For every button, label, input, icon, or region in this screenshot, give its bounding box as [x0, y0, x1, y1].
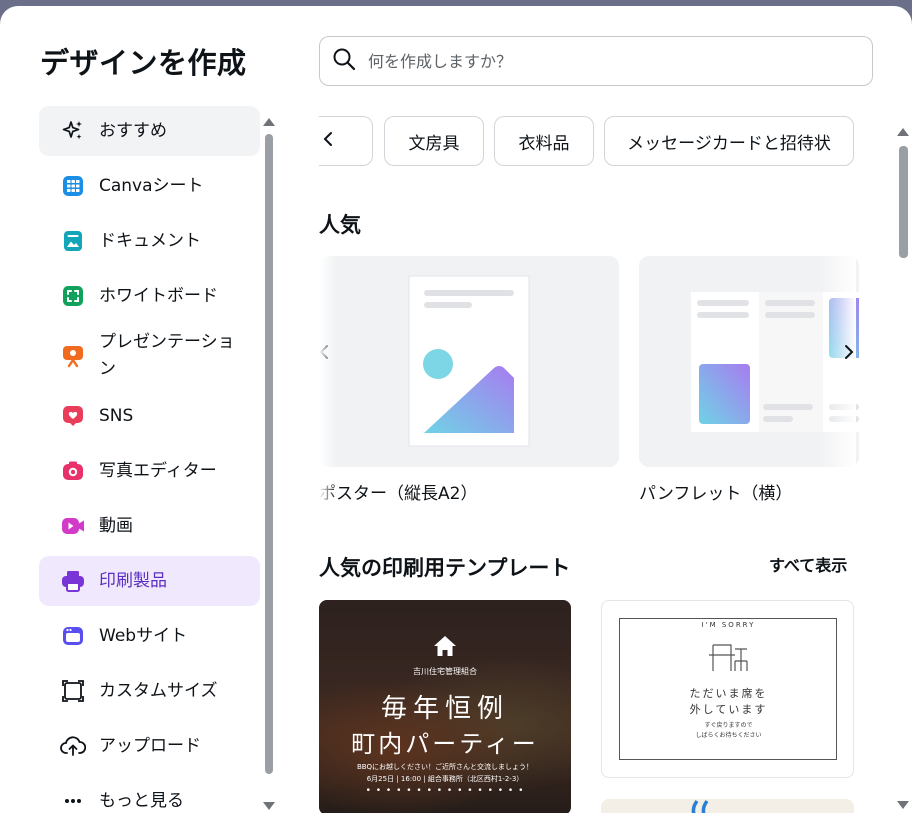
chip-stationery[interactable]: 文房具	[384, 116, 484, 166]
nav-scrollbar-thumb[interactable]	[265, 134, 273, 774]
sorry-sub-2: しばらくお待ちください	[695, 732, 762, 739]
nav-item-label: Webサイト	[99, 625, 188, 646]
sparkle-icon	[60, 118, 86, 144]
poster-thumbnail	[408, 275, 530, 447]
brochure-card-label: パンフレット（横）	[639, 484, 793, 504]
nav-item-label: 写真エディター	[99, 460, 217, 481]
create-design-modal: デザインを作成 おすすめ Canvaシート ドキュメント ホワイトボード プレゼ…	[0, 6, 912, 813]
nav-item-document[interactable]: ドキュメント	[39, 216, 260, 266]
nav-item-recommended[interactable]: おすすめ	[39, 106, 260, 156]
nav-item-custom-size[interactable]: カスタムサイズ	[39, 666, 260, 716]
nav-item-upload[interactable]: アップロード	[39, 721, 260, 771]
video-icon	[60, 513, 86, 539]
poster-card-label: ポスター（縦長A2）	[319, 484, 478, 504]
nav-item-label: プレゼンテーション	[99, 332, 235, 379]
modal-title: デザインを作成	[40, 46, 247, 80]
website-icon	[60, 623, 86, 649]
chip-cards-invitations[interactable]: メッセージカードと招待状	[604, 116, 854, 166]
nav-item-label: SNS	[99, 405, 134, 426]
nav-scrollbar[interactable]	[262, 116, 276, 813]
nav-item-label: おすすめ	[99, 120, 167, 141]
im-sorry-template[interactable]: I'M SORRY ただいま席を 外しています すぐ戻りますので しばらくお待ち…	[601, 600, 854, 778]
upload-icon	[60, 733, 86, 759]
see-all-link[interactable]: すべて表示	[769, 552, 847, 576]
camera-icon	[60, 458, 86, 484]
chevron-left-icon	[321, 130, 335, 153]
nav-item-canva-sheets[interactable]: Canvaシート	[39, 161, 260, 211]
sheet-icon	[60, 173, 86, 199]
sorry-sub-1: すぐ戻りますので	[704, 722, 753, 729]
poster-card[interactable]	[319, 256, 619, 467]
nav-item-label: Canvaシート	[99, 175, 204, 196]
scroll-down-arrow-icon[interactable]	[897, 801, 909, 809]
next-template-partial[interactable]	[601, 799, 854, 813]
search-icon	[332, 47, 356, 75]
presentation-icon	[60, 343, 86, 369]
scroll-up-arrow-icon[interactable]	[263, 118, 275, 126]
bbq-desc-1: BBQにお越しください！ご近所さんと交流しましょう！	[356, 763, 534, 771]
nav-item-presentation[interactable]: プレゼンテーション	[39, 326, 260, 386]
sorry-eyebrow: I'M SORRY	[701, 621, 756, 629]
chips-prev-button[interactable]	[319, 116, 373, 166]
sorry-line-1: ただいま席を	[689, 687, 768, 700]
search-input[interactable]	[368, 51, 848, 71]
home-icon	[319, 634, 571, 662]
more-icon	[60, 788, 86, 813]
printer-icon	[60, 568, 86, 594]
nav-item-label: ドキュメント	[99, 230, 201, 251]
desk-chair-icon	[602, 635, 853, 679]
nav-item-label: 印刷製品	[99, 570, 167, 591]
custom-size-icon	[60, 678, 86, 704]
subcategory-chips: 文房具 衣料品 メッセージカードと招待状	[319, 116, 859, 166]
nav-item-video[interactable]: 動画	[39, 501, 260, 551]
content-scrollbar[interactable]	[896, 124, 910, 813]
popular-section-title: 人気	[319, 213, 361, 237]
heart-icon	[60, 403, 86, 429]
scroll-up-arrow-icon[interactable]	[897, 128, 909, 136]
doc-icon	[60, 228, 86, 254]
content-scrollbar-thumb[interactable]	[899, 146, 908, 258]
bbq-party-template[interactable]: 吉川住宅管理組合 毎年恒例 町内パーティー BBQにお越しください！ご近所さんと…	[319, 600, 571, 813]
category-nav: おすすめ Canvaシート ドキュメント ホワイトボード プレゼンテーション S…	[39, 106, 260, 813]
chevron-right-icon	[845, 345, 854, 359]
nav-item-whiteboard[interactable]: ホワイトボード	[39, 271, 260, 321]
sorry-line-2: 外しています	[689, 703, 768, 716]
chip-clothing[interactable]: 衣料品	[494, 116, 594, 166]
nav-item-photo-editor[interactable]: 写真エディター	[39, 446, 260, 496]
nav-item-label: もっと見る	[99, 790, 184, 811]
bbq-dotted-divider: • • • • • • • • • • • • • • • •	[365, 786, 525, 796]
nav-item-label: カスタムサイズ	[99, 680, 218, 701]
print-templates-title: 人気の印刷用テンプレート	[319, 556, 571, 580]
nav-item-label: アップロード	[99, 735, 201, 756]
search-box[interactable]	[319, 36, 873, 86]
nav-item-label: 動画	[99, 515, 133, 536]
bbq-headline-1: 毎年恒例	[380, 694, 509, 724]
scroll-down-arrow-icon[interactable]	[263, 802, 275, 810]
carousel-fade-left	[319, 256, 337, 506]
bbq-headline-2: 町内パーティー	[351, 730, 539, 758]
bbq-org: 吉川住宅管理組合	[413, 667, 477, 676]
nav-item-print[interactable]: 印刷製品	[39, 556, 260, 606]
nav-item-label: ホワイトボード	[99, 285, 218, 306]
nav-item-sns[interactable]: SNS	[39, 391, 260, 441]
nav-item-website[interactable]: Webサイト	[39, 611, 260, 661]
whiteboard-icon	[60, 283, 86, 309]
bbq-desc-2: 6月25日 | 16:00 | 組合事務所（北区西村1-2-3）	[366, 775, 524, 783]
carousel-next-button[interactable]	[843, 342, 855, 367]
nav-item-more[interactable]: もっと見る	[39, 776, 260, 813]
